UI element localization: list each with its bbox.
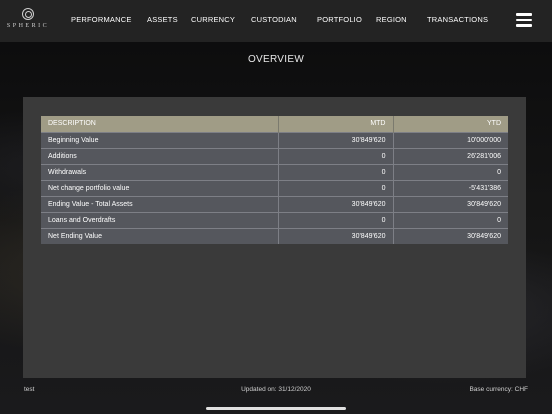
nav-item-assets[interactable]: ASSETS (147, 15, 178, 24)
nav-item-currency[interactable]: CURRENCY (191, 15, 235, 24)
page-title: OVERVIEW (247, 54, 305, 65)
column-header-description: DESCRIPTION (41, 116, 279, 132)
home-indicator[interactable] (206, 407, 346, 410)
row-ytd-value: 10'000'000 (393, 131, 508, 148)
nav-item-performance[interactable]: PERFORMANCE (71, 15, 132, 24)
row-description: Net Ending Value (41, 227, 279, 244)
main-nav: PERFORMANCE ASSETS CURRENCY CUSTODIAN PO… (0, 0, 552, 42)
table-row: Ending Value - Total Assets 30'849'620 3… (41, 195, 508, 212)
top-navigation-bar: SPHERIC PERFORMANCE ASSETS CURRENCY CUST… (0, 0, 552, 42)
row-mtd-value: 30'849'620 (278, 131, 394, 148)
row-mtd-value: 0 (278, 211, 394, 228)
table-row: Beginning Value 30'849'620 10'000'000 (41, 131, 508, 148)
table-row: Additions 0 26'281'006 (41, 147, 508, 164)
table-row: Net Ending Value 30'849'620 30'849'620 (41, 227, 508, 244)
nav-item-custodian[interactable]: CUSTODIAN (251, 15, 297, 24)
row-ytd-value: 30'849'620 (393, 195, 508, 212)
row-description: Beginning Value (41, 131, 279, 148)
row-ytd-value: 26'281'006 (393, 147, 508, 164)
nav-item-region[interactable]: REGION (376, 15, 407, 24)
row-mtd-value: 0 (278, 163, 394, 180)
row-ytd-value: 30'849'620 (393, 227, 508, 244)
table-header-row: DESCRIPTION MTD YTD (41, 116, 508, 132)
hamburger-menu-icon[interactable] (516, 13, 532, 27)
row-description: Ending Value - Total Assets (41, 195, 279, 212)
row-ytd-value: 0 (393, 211, 508, 228)
nav-item-transactions[interactable]: TRANSACTIONS (427, 15, 488, 24)
row-description: Withdrawals (41, 163, 279, 180)
row-description: Net change portfolio value (41, 179, 279, 196)
row-description: Additions (41, 147, 279, 164)
table-row: Withdrawals 0 0 (41, 163, 508, 180)
row-mtd-value: 30'849'620 (278, 195, 394, 212)
row-mtd-value: 30'849'620 (278, 227, 394, 244)
table-row: Net change portfolio value 0 -5'431'386 (41, 179, 508, 196)
table-row: Loans and Overdrafts 0 0 (41, 211, 508, 228)
footer-base-currency: Base currency: CHF (469, 386, 528, 393)
overview-table: DESCRIPTION MTD YTD Beginning Value 30'8… (41, 116, 508, 244)
row-description: Loans and Overdrafts (41, 211, 279, 228)
row-mtd-value: 0 (278, 179, 394, 196)
row-mtd-value: 0 (278, 147, 394, 164)
row-ytd-value: 0 (393, 163, 508, 180)
column-header-ytd: YTD (393, 116, 508, 132)
row-ytd-value: -5'431'386 (393, 179, 508, 196)
column-header-mtd: MTD (278, 116, 394, 132)
nav-item-portfolio[interactable]: PORTFOLIO (317, 15, 362, 24)
